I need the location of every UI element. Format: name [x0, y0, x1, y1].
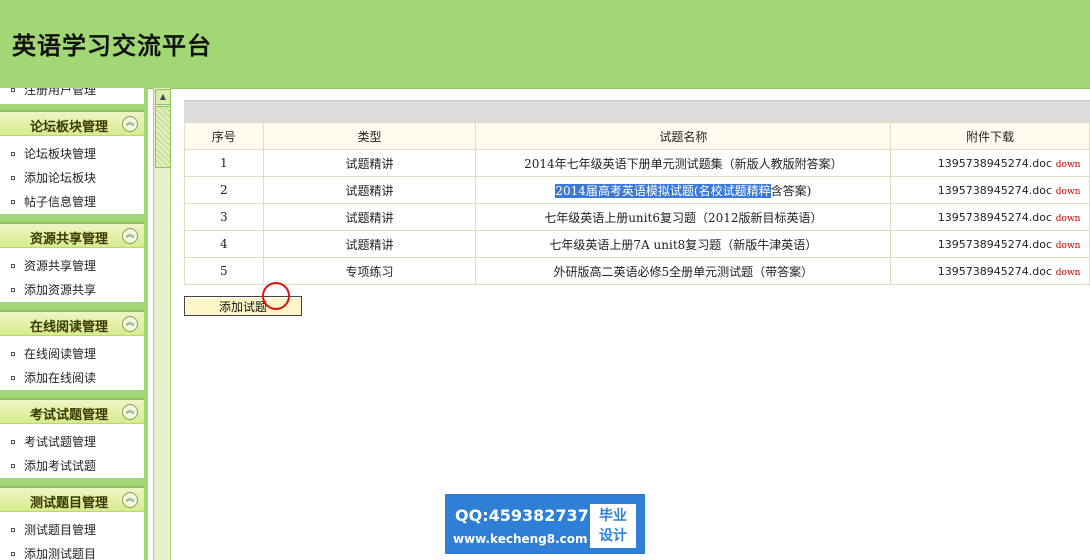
cell-name: 七年级英语上册unit6复习题（2012版新目标英语） — [475, 203, 892, 231]
section-header-reading[interactable]: 在线阅读管理 ︽ — [0, 310, 144, 336]
file-name: 1395738945274.doc — [937, 238, 1053, 251]
section-header-resources[interactable]: 资源共享管理 ︽ — [0, 222, 144, 248]
table-toolbar-strip — [184, 100, 1090, 123]
watermark-url: www.kecheng8.com — [453, 532, 588, 546]
cell-attachment: 1395738945274.doc down — [890, 230, 1090, 258]
bullet-icon — [11, 352, 15, 356]
section-gap — [0, 302, 144, 310]
table-row: 5 专项练习 外研版高二英语必修5全册单元测试题（带答案） 1395738945… — [184, 257, 1090, 285]
file-name: 1395738945274.doc — [937, 265, 1053, 278]
bullet-icon — [11, 200, 15, 204]
download-link[interactable]: down — [1056, 268, 1081, 278]
cell-type: 试题精讲 — [262, 176, 477, 204]
cell-type: 试题精讲 — [262, 149, 477, 177]
bullet-icon — [11, 152, 15, 156]
watermark-banner: QQ:459382737 www.kecheng8.com 毕业 设计 — [445, 494, 645, 554]
sidebar-item-resources-add[interactable]: 添加资源共享 — [0, 278, 144, 302]
cell-name: 2014年七年级英语下册单元测试题集（新版人教版附答案） — [475, 149, 892, 177]
cell-type: 试题精讲 — [262, 203, 477, 231]
table-row: 1 试题精讲 2014年七年级英语下册单元测试题集（新版人教版附答案） 1395… — [184, 149, 1090, 177]
bullet-icon — [11, 88, 15, 92]
collapse-up-icon[interactable]: ︽ — [122, 116, 138, 132]
collapse-up-icon[interactable]: ︽ — [122, 228, 138, 244]
file-name: 1395738945274.doc — [937, 211, 1053, 224]
download-link[interactable]: down — [1056, 160, 1081, 170]
sidebar-item-reading-manage[interactable]: 在线阅读管理 — [0, 342, 144, 366]
download-link[interactable]: down — [1056, 187, 1081, 197]
bullet-icon — [11, 288, 15, 292]
cell-attachment: 1395738945274.doc down — [890, 203, 1090, 231]
sidebar-item-forum-manage[interactable]: 论坛板块管理 — [0, 142, 144, 166]
bullet-icon — [11, 376, 15, 380]
cell-name: 七年级英语上册7A unit8复习题（新版牛津英语） — [475, 230, 892, 258]
sidebar-item-forum-add[interactable]: 添加论坛板块 — [0, 166, 144, 190]
cell-attachment: 1395738945274.doc down — [890, 257, 1090, 285]
section-header-exam[interactable]: 考试试题管理 ︽ — [0, 398, 144, 424]
col-header-type: 类型 — [262, 122, 477, 150]
col-header-name: 试题名称 — [475, 122, 892, 150]
file-name: 1395738945274.doc — [937, 184, 1053, 197]
download-link[interactable]: down — [1056, 241, 1081, 251]
bullet-icon — [11, 528, 15, 532]
table-row: 4 试题精讲 七年级英语上册7A unit8复习题（新版牛津英语） 139573… — [184, 230, 1090, 258]
sidebar: 注册用户管理 论坛板块管理 ︽ 论坛板块管理 添加论坛板块 帖子信息管理 资源共享… — [0, 88, 148, 560]
app-title: 英语学习交流平台 — [12, 31, 212, 60]
table-header-row: 序号 类型 试题名称 附件下载 — [184, 122, 1090, 150]
cell-no: 5 — [184, 257, 264, 285]
bullet-icon — [11, 176, 15, 180]
file-name: 1395738945274.doc — [937, 157, 1053, 170]
cell-no: 2 — [184, 176, 264, 204]
col-header-attachment: 附件下载 — [890, 122, 1090, 150]
sidebar-item-tests-manage[interactable]: 测试题目管理 — [0, 518, 144, 542]
collapse-up-icon[interactable]: ︽ — [122, 404, 138, 420]
cell-no: 1 — [184, 149, 264, 177]
selected-text: 2014届高考英语模拟试题(名校试题精粹 — [555, 183, 771, 198]
bullet-icon — [11, 264, 15, 268]
sidebar-item-register-users[interactable]: 注册用户管理 — [0, 88, 144, 102]
scrollbar-thumb[interactable] — [155, 106, 171, 168]
sidebar-item-reading-add[interactable]: 添加在线阅读 — [0, 366, 144, 390]
collapse-up-icon[interactable]: ︽ — [122, 492, 138, 508]
bullet-icon — [11, 440, 15, 444]
click-indicator-icon — [262, 282, 290, 310]
cell-name: 外研版高二英语必修5全册单元测试题（带答案） — [475, 257, 892, 285]
cell-attachment: 1395738945274.doc down — [890, 176, 1090, 204]
cell-name: 2014届高考英语模拟试题(名校试题精粹含答案) — [475, 176, 892, 204]
questions-table: 序号 类型 试题名称 附件下载 1 试题精讲 2014年七年级英语下册单元测试题… — [184, 122, 1090, 285]
cell-type: 试题精讲 — [262, 230, 477, 258]
section-gap — [0, 390, 144, 398]
cell-type: 专项练习 — [262, 257, 477, 285]
section-header-tests[interactable]: 测试题目管理 ︽ — [0, 486, 144, 512]
sidebar-item-exam-manage[interactable]: 考试试题管理 — [0, 430, 144, 454]
watermark-qq: QQ:459382737 — [455, 506, 589, 525]
col-header-no: 序号 — [184, 122, 264, 150]
section-gap — [0, 478, 144, 486]
sidebar-item-resources-manage[interactable]: 资源共享管理 — [0, 254, 144, 278]
download-link[interactable]: down — [1056, 214, 1081, 224]
bullet-icon — [11, 464, 15, 468]
app-header: 英语学习交流平台 — [0, 0, 1090, 89]
badge-line: 毕业 — [599, 508, 627, 524]
scroll-up-arrow-icon[interactable]: ▲ — [155, 89, 171, 105]
cell-attachment: 1395738945274.doc down — [890, 149, 1090, 177]
badge-line: 设计 — [599, 528, 627, 544]
table-row: 2 试题精讲 2014届高考英语模拟试题(名校试题精粹含答案) 13957389… — [184, 176, 1090, 204]
collapse-up-icon[interactable]: ︽ — [122, 316, 138, 332]
cell-no: 3 — [184, 203, 264, 231]
watermark-badge: 毕业 设计 — [590, 504, 636, 548]
section-gap — [0, 214, 144, 222]
cell-no: 4 — [184, 230, 264, 258]
section-header-forum[interactable]: 论坛板块管理 ︽ — [0, 110, 144, 136]
sidebar-item-tests-add[interactable]: 添加测试题目 — [0, 542, 144, 560]
sidebar-item-exam-add[interactable]: 添加考试试题 — [0, 454, 144, 478]
sidebar-scrollbar[interactable]: ▲ — [153, 88, 171, 560]
bullet-icon — [11, 552, 15, 556]
name-rest: 含答案) — [770, 183, 812, 198]
sidebar-item-posts-manage[interactable]: 帖子信息管理 — [0, 190, 144, 214]
table-row: 3 试题精讲 七年级英语上册unit6复习题（2012版新目标英语） 13957… — [184, 203, 1090, 231]
